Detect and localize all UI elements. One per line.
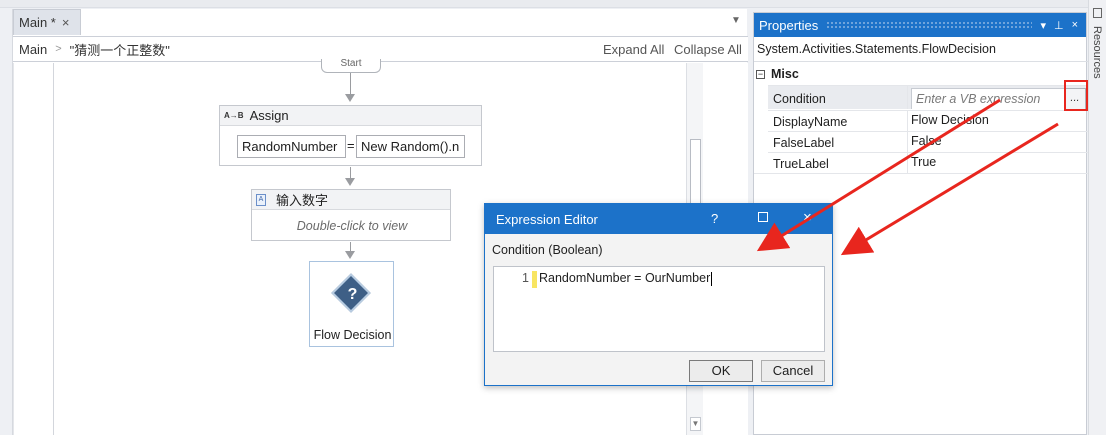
annotation-highlight-box (1064, 80, 1088, 111)
assign-value-field[interactable]: New Random().n (356, 135, 465, 158)
expression-editor-dialog: Expression Editor ? × Condition (Boolean… (484, 203, 833, 386)
ok-button[interactable]: OK (689, 360, 753, 382)
document-icon: A (256, 193, 266, 206)
property-name: Condition (768, 86, 908, 109)
connector-arrow (345, 178, 355, 186)
start-node[interactable]: Start (321, 59, 381, 73)
property-name: TrueLabel (768, 153, 908, 173)
assign-activity[interactable]: A→B Assign RandomNumber = New Random().n (219, 105, 482, 166)
help-icon[interactable]: ? (711, 211, 718, 226)
workflow-designer-window: Main * × ▼ Main > "猜测一个正整数" Expand All C… (0, 0, 1106, 435)
input-activity[interactable]: A 输入数字 Double-click to view (251, 189, 451, 241)
condition-type-label: Condition (Boolean) (492, 243, 603, 257)
assign-title: Assign (249, 108, 289, 123)
top-toolbar-strip (0, 0, 1106, 8)
scroll-down-icon[interactable]: ▼ (690, 417, 701, 431)
breadcrumb-current: "猜测一个正整数" (69, 42, 170, 58)
falselabel-field[interactable]: False (908, 132, 1088, 152)
canvas-inner-border (53, 63, 54, 435)
input-activity-header: A 输入数字 (252, 190, 450, 210)
question-icon: ? (347, 286, 358, 303)
assign-icon: A→B (224, 111, 244, 120)
property-row-displayname[interactable]: DisplayName Flow Decision (768, 110, 1088, 131)
tab-main-label: Main * (19, 15, 56, 30)
divider (754, 61, 1088, 62)
flow-decision-label: Flow Decision (313, 328, 392, 342)
pin-icon[interactable]: ⊥ (1054, 19, 1064, 32)
property-row-condition[interactable]: Condition Enter a VB expression ... (768, 85, 1088, 109)
selected-type-name: System.Activities.Statements.FlowDecisio… (757, 42, 996, 56)
condition-input[interactable]: Enter a VB expression ... (911, 88, 1086, 109)
chevron-right-icon: > (55, 43, 62, 55)
line-number: 1 (522, 271, 529, 285)
text-caret (711, 271, 713, 286)
assign-to-field[interactable]: RandomNumber (237, 135, 346, 158)
collapse-all-link[interactable]: Collapse All (674, 42, 742, 57)
category-label: Misc (771, 67, 799, 81)
expression-code: RandomNumber = OurNumber (539, 271, 711, 285)
pin-icon[interactable] (1093, 8, 1102, 18)
displayname-field[interactable]: Flow Decision (908, 111, 1088, 131)
close-icon[interactable]: × (1072, 19, 1078, 31)
property-name: FalseLabel (768, 132, 908, 152)
input-activity-title: 输入数字 (276, 193, 329, 208)
tab-main[interactable]: Main * × (13, 9, 81, 35)
properties-title: Properties (759, 17, 819, 33)
property-value: Enter a VB expression ... (908, 86, 1088, 109)
expression-editor[interactable]: 1 RandomNumber = OurNumber (493, 266, 825, 352)
assign-equals: = (347, 138, 355, 153)
chevron-down-icon[interactable]: ▼ (731, 15, 741, 26)
close-icon[interactable]: × (803, 209, 812, 226)
connector-arrow (345, 251, 355, 259)
property-row-falselabel[interactable]: FalseLabel False (768, 131, 1088, 152)
title-grip (826, 21, 1033, 29)
truelabel-field[interactable]: True (908, 153, 1088, 173)
canvas-left-border (13, 63, 14, 435)
expand-all-link[interactable]: Expand All (603, 42, 664, 57)
dialog-title-bar: Expression Editor (485, 204, 832, 234)
resources-tab[interactable]: Resources (1091, 26, 1103, 79)
cancel-button[interactable]: Cancel (761, 360, 825, 382)
maximize-icon[interactable] (758, 212, 768, 222)
flow-decision-node[interactable]: ? Flow Decision (309, 261, 394, 347)
side-rail: Resources (1088, 0, 1106, 435)
dropdown-icon[interactable]: ▾ (1040, 19, 1046, 32)
close-icon[interactable]: × (62, 15, 70, 30)
category-misc[interactable]: − Misc (756, 67, 799, 81)
connector-arrow (345, 94, 355, 102)
change-marker (532, 271, 537, 288)
assign-header: A→B Assign (220, 106, 481, 126)
expression-text[interactable]: RandomNumber = OurNumber (539, 271, 713, 286)
input-activity-hint: Double-click to view (296, 219, 408, 233)
property-row-truelabel[interactable]: TrueLabel True (768, 152, 1088, 173)
property-name: DisplayName (768, 111, 908, 131)
divider (754, 173, 1088, 174)
dialog-title: Expression Editor (496, 211, 598, 227)
properties-title-bar: Properties ▾ ⊥ × (754, 13, 1086, 37)
collapse-icon[interactable]: − (756, 69, 765, 79)
breadcrumb-main[interactable]: Main (19, 42, 47, 57)
connector-line (350, 73, 351, 95)
